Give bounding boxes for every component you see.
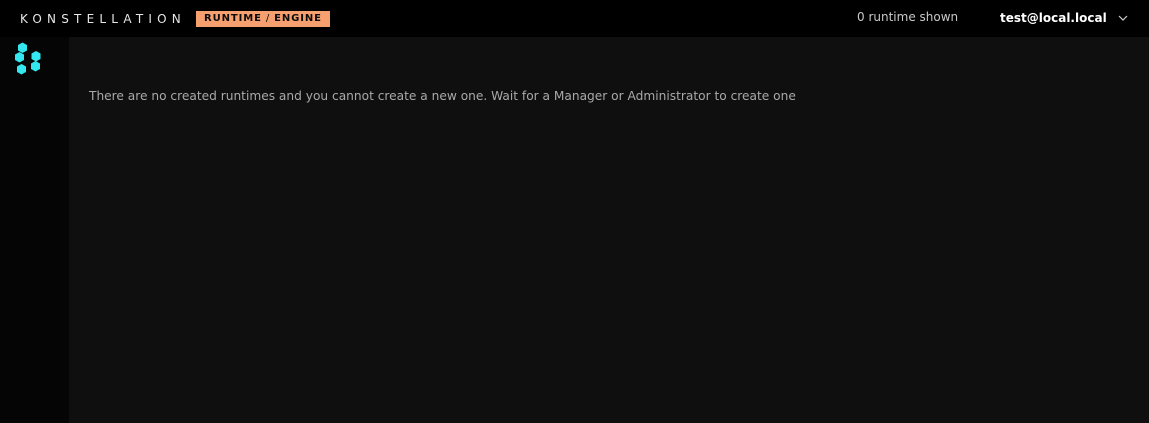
empty-state-message: There are no created runtimes and you ca… — [89, 89, 796, 103]
product-badge-left: RUNTIME — [203, 13, 262, 24]
app-window: KONSTELLATION RUNTIME / ENGINE 0 runtime… — [0, 0, 1149, 423]
brand-logo[interactable]: KONSTELLATION RUNTIME / ENGINE — [20, 8, 330, 29]
product-badge-separator: / — [265, 13, 271, 24]
product-badge: RUNTIME / ENGINE — [195, 10, 330, 27]
sidebar — [0, 37, 69, 423]
top-bar: KONSTELLATION RUNTIME / ENGINE 0 runtime… — [0, 0, 1149, 37]
brand-name: KONSTELLATION — [20, 11, 186, 26]
main-content: There are no created runtimes and you ca… — [69, 37, 1149, 423]
user-email: test@local.local — [1000, 11, 1107, 25]
chevron-down-icon — [1118, 13, 1128, 23]
user-menu[interactable]: test@local.local — [1000, 8, 1128, 28]
hexagon-cluster-icon[interactable] — [14, 42, 46, 78]
runtime-count: 0 runtime shown — [857, 10, 959, 24]
product-badge-right: ENGINE — [274, 13, 322, 24]
